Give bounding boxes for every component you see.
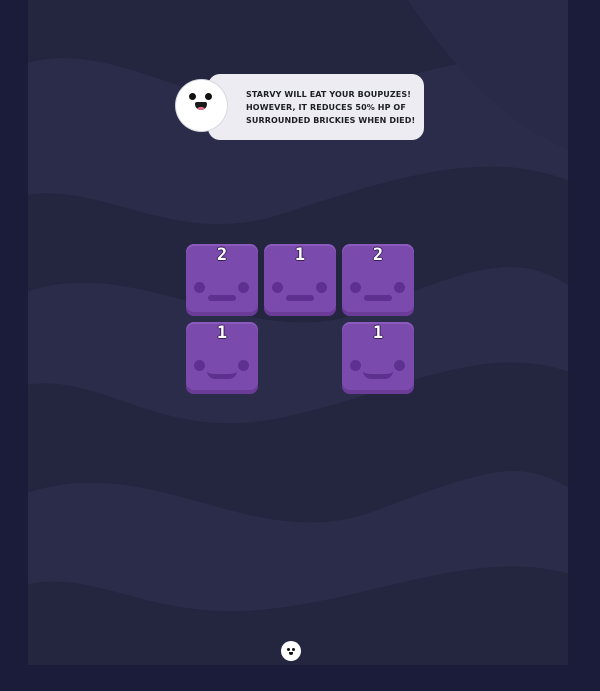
brick-hp: 2 xyxy=(216,245,228,265)
brick-cheek xyxy=(394,360,405,371)
brick-cheek xyxy=(350,360,361,371)
ball-face-icon[interactable] xyxy=(281,641,301,661)
tutorial-speech-bubble: STARVY WILL EAT YOUR BOUPUZES! HOWEVER, … xyxy=(208,74,424,140)
brick: 2 xyxy=(342,244,414,316)
brick-cheek xyxy=(350,282,361,293)
brick-cheek xyxy=(238,360,249,371)
left-eye xyxy=(189,93,196,100)
brick-hp: 1 xyxy=(216,323,228,343)
brick-cheek xyxy=(394,282,405,293)
bottom-wall xyxy=(0,665,600,691)
brick-hp: 2 xyxy=(372,245,384,265)
brick-cheek xyxy=(238,282,249,293)
brick-cheek xyxy=(272,282,283,293)
tutorial-line: STARVY WILL EAT YOUR BOUPUZES! xyxy=(246,89,411,99)
right-eye xyxy=(205,93,212,100)
tutorial-text: STARVY WILL EAT YOUR BOUPUZES! HOWEVER, … xyxy=(246,88,418,127)
tutorial-line: SURROUNDED BRICKIES WHEN DIED! xyxy=(246,115,416,125)
brick: 1 xyxy=(264,244,336,316)
brick-mouth xyxy=(364,295,392,301)
brick-mouth xyxy=(363,371,393,379)
brick-mouth xyxy=(208,295,236,301)
mouth xyxy=(195,102,207,110)
starvy-face-icon xyxy=(176,80,227,131)
brick-cheek xyxy=(194,282,205,293)
brick-cheek xyxy=(316,282,327,293)
brick-hp: 1 xyxy=(294,245,306,265)
tutorial-line: HOWEVER, IT REDUCES 50% HP OF xyxy=(246,102,406,112)
brick: 1 xyxy=(342,322,414,394)
brick-cheek xyxy=(194,360,205,371)
brick: 1 xyxy=(186,322,258,394)
right-wall xyxy=(568,0,600,691)
brick-mouth xyxy=(286,295,314,301)
left-wall xyxy=(0,0,28,691)
brick-hp: 1 xyxy=(372,323,384,343)
brick-mouth xyxy=(207,371,237,379)
brick: 2 xyxy=(186,244,258,316)
